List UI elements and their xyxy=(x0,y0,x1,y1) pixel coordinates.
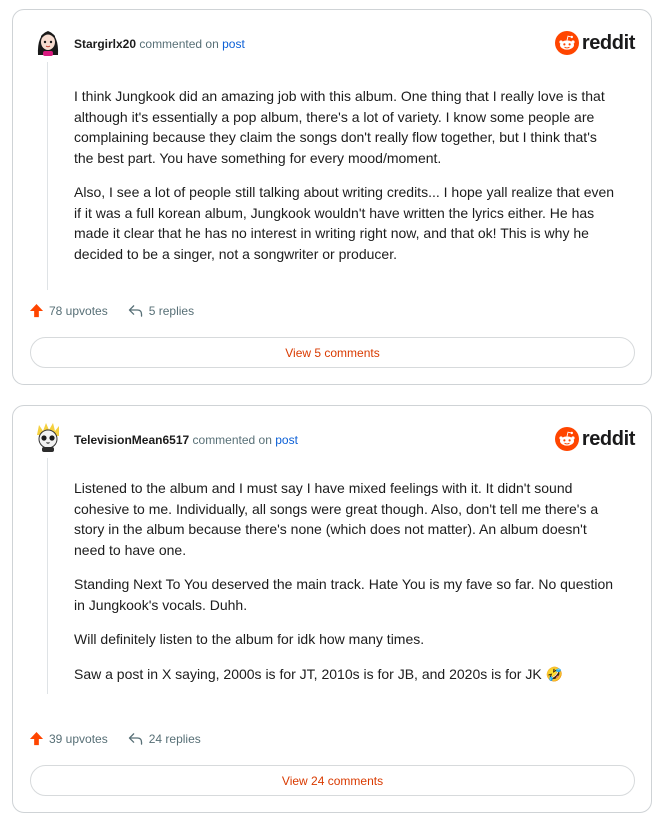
post-link[interactable]: post xyxy=(275,433,298,447)
reddit-snoo-icon xyxy=(554,427,579,451)
avatar-icon xyxy=(32,25,64,57)
comment-card: TelevisionMean6517 commented on post red… xyxy=(12,405,652,813)
comment-header: TelevisionMean6517 commented on post xyxy=(74,432,298,448)
user-avatar[interactable] xyxy=(32,421,64,453)
comment-paragraph: Saw a post in X saying, 2000s is for JT,… xyxy=(74,665,564,682)
upvote-button[interactable]: 78 upvotes xyxy=(29,303,108,318)
comment-body: I think Jungkook did an amazing job with… xyxy=(74,86,619,278)
comment-paragraph: Standing Next To You deserved the main t… xyxy=(74,576,614,613)
user-avatar[interactable] xyxy=(32,25,64,57)
comment-actions: 78 upvotes 5 replies xyxy=(29,303,194,318)
upvote-button[interactable]: 39 upvotes xyxy=(29,731,108,746)
upvote-count: 78 upvotes xyxy=(49,303,108,318)
username[interactable]: Stargirlx20 xyxy=(74,37,136,51)
upvote-arrow-icon xyxy=(29,303,44,318)
upvote-arrow-icon xyxy=(29,731,44,746)
commented-on-text: commented on xyxy=(139,37,219,51)
replies-button[interactable]: 5 replies xyxy=(128,304,194,318)
comment-paragraph: I think Jungkook did an amazing job with… xyxy=(74,88,605,166)
reddit-logo[interactable]: reddit xyxy=(554,426,636,452)
comment-paragraph: Will definitely listen to the album for … xyxy=(74,631,425,647)
comment-header: Stargirlx20 commented on post xyxy=(74,36,245,52)
replies-count: 5 replies xyxy=(148,303,195,318)
reply-arrow-icon xyxy=(128,733,142,745)
comment-paragraph: Also, I see a lot of people still talkin… xyxy=(74,184,615,262)
view-comments-button[interactable]: View 24 comments xyxy=(30,765,635,796)
post-link[interactable]: post xyxy=(222,37,245,51)
view-comments-button[interactable]: View 5 comments xyxy=(30,337,635,368)
upvote-count: 39 upvotes xyxy=(49,731,108,746)
reply-arrow-icon xyxy=(128,305,142,317)
comment-actions: 39 upvotes 24 replies xyxy=(29,731,201,746)
reddit-wordmark: reddit xyxy=(581,32,636,54)
comment-card: Stargirlx20 commented on post reddit I t… xyxy=(12,9,652,385)
thread-line[interactable] xyxy=(47,62,48,290)
reddit-logo[interactable]: reddit xyxy=(554,30,636,56)
reddit-snoo-icon xyxy=(554,31,579,55)
replies-count: 24 replies xyxy=(148,731,201,746)
thread-line[interactable] xyxy=(47,458,48,694)
comment-paragraph: Listened to the album and I must say I h… xyxy=(74,480,599,558)
username[interactable]: TelevisionMean6517 xyxy=(74,433,189,447)
commented-on-text: commented on xyxy=(192,433,272,447)
reddit-wordmark: reddit xyxy=(581,428,636,450)
comment-body: Listened to the album and I must say I h… xyxy=(74,478,619,698)
replies-button[interactable]: 24 replies xyxy=(128,732,201,746)
avatar-icon xyxy=(32,421,64,453)
